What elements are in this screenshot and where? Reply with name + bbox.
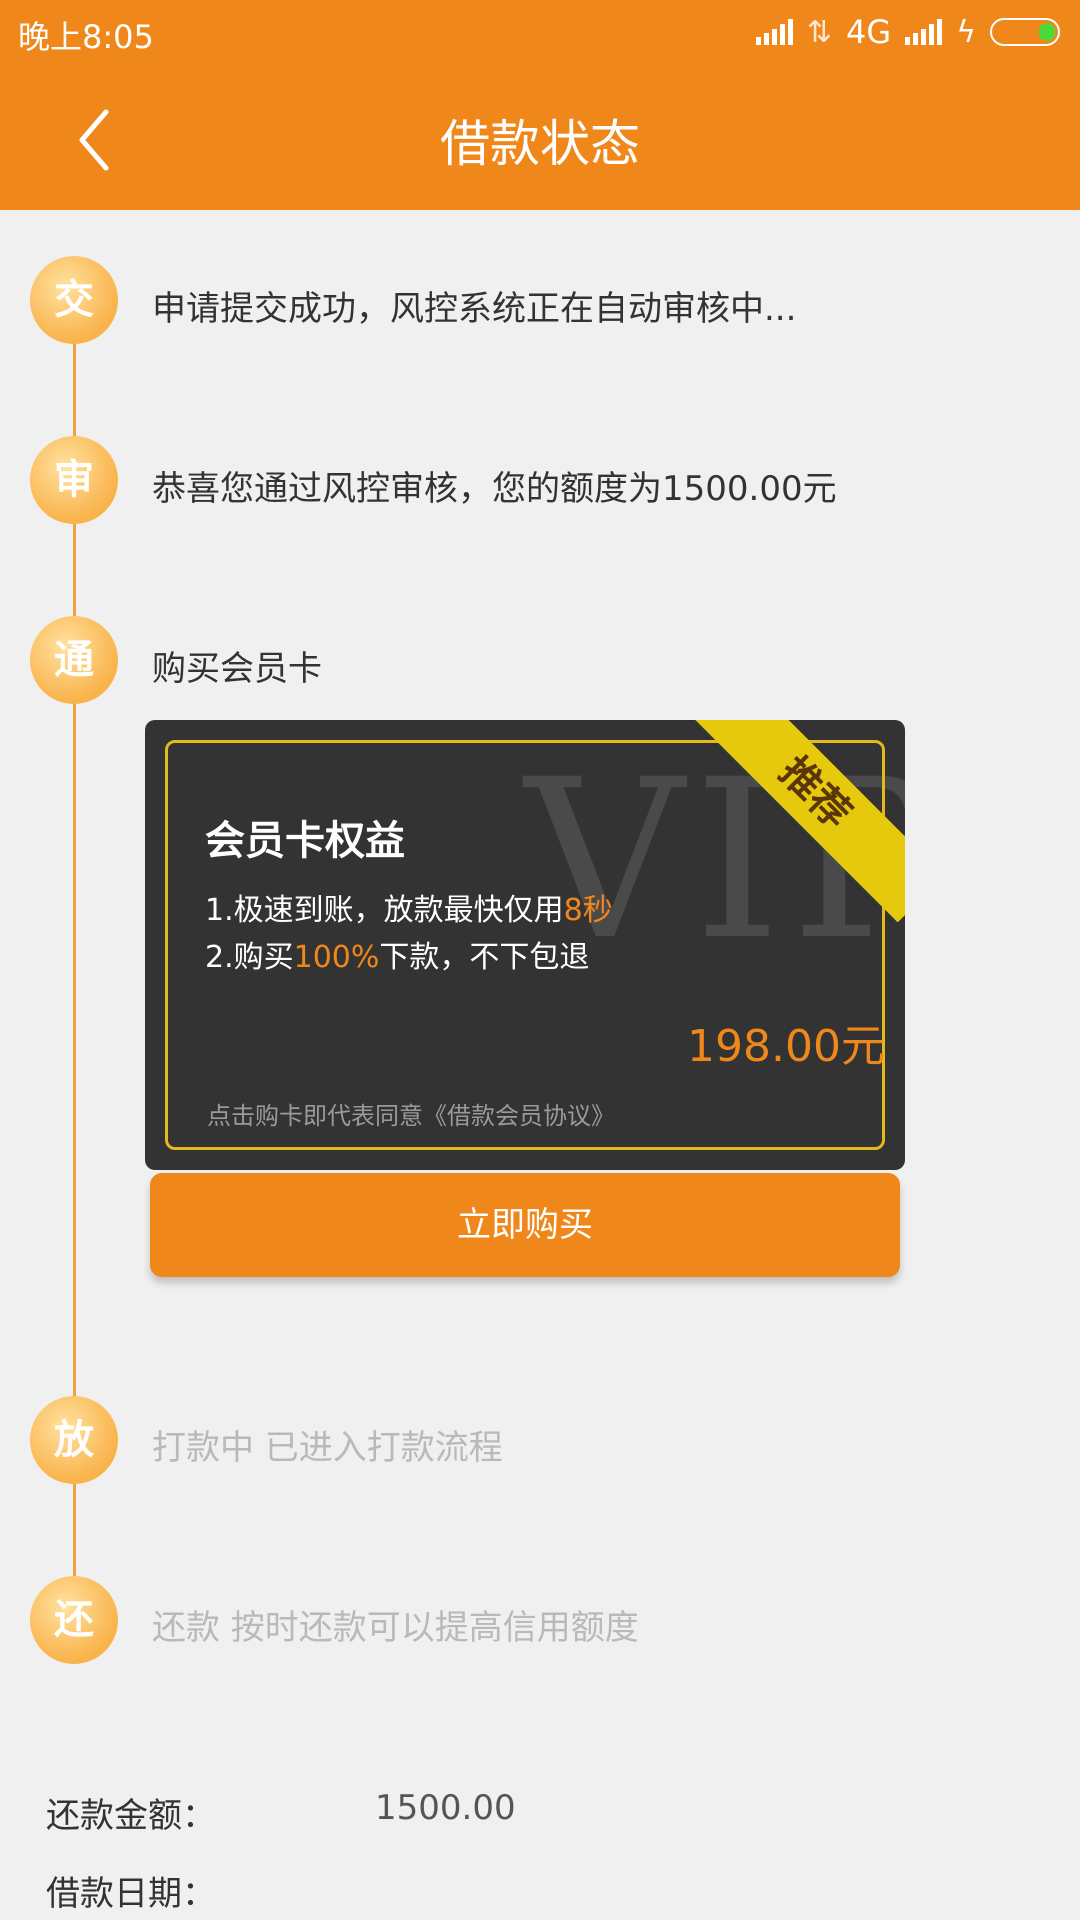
card-price: 198.00元 bbox=[687, 1021, 885, 1072]
repay-amount-label: 还款金额： bbox=[46, 1796, 216, 1836]
data-transfer-icon: ⇅ bbox=[806, 14, 833, 50]
buy-now-button[interactable]: 立即购买 bbox=[150, 1173, 900, 1277]
card-title: 会员卡权益 bbox=[205, 818, 405, 864]
step-text-review: 恭喜您通过风控审核，您的额度为1500.00元 bbox=[152, 469, 837, 509]
step-badge-submit: 交 bbox=[30, 256, 118, 344]
charging-icon: ϟ bbox=[956, 14, 976, 50]
step-text-pass: 购买会员卡 bbox=[152, 649, 322, 689]
benefit-1: 1.极速到账，放款最快仅用8秒 bbox=[205, 885, 613, 929]
battery-icon bbox=[990, 18, 1060, 46]
agreement-link[interactable]: 点击购卡即代表同意《借款会员协议》 bbox=[207, 1096, 615, 1131]
benefit-2-suffix: 下款，不下包退 bbox=[379, 940, 590, 975]
timeline-line bbox=[73, 1482, 76, 1582]
loan-date-label: 借款日期： bbox=[46, 1874, 216, 1914]
signal-icon bbox=[755, 19, 793, 45]
status-bar: 晚上8:05 ⇅ 4G ϟ bbox=[0, 0, 1080, 62]
benefit-1-highlight: 8秒 bbox=[563, 893, 613, 928]
app-header: 晚上8:05 ⇅ 4G ϟ 借款状态 bbox=[0, 0, 1080, 210]
signal-icon-2 bbox=[905, 19, 943, 45]
timeline-line bbox=[73, 522, 76, 622]
status-time: 晚上8:05 bbox=[18, 18, 154, 56]
step-badge-pass: 通 bbox=[30, 616, 118, 704]
step-badge-disburse: 放 bbox=[30, 1396, 118, 1484]
timeline-line bbox=[73, 340, 76, 440]
step-text-disburse: 打款中 已进入打款流程 bbox=[152, 1428, 503, 1468]
page-title: 借款状态 bbox=[440, 115, 640, 173]
status-icons: ⇅ 4G ϟ bbox=[755, 12, 1060, 52]
benefit-2: 2.购买100%下款，不下包退 bbox=[205, 932, 589, 976]
step-badge-review: 审 bbox=[30, 436, 118, 524]
step-badge-repay: 还 bbox=[30, 1576, 118, 1664]
step-text-repay: 还款 按时还款可以提高信用额度 bbox=[152, 1608, 639, 1648]
benefit-2-text: 2.购买 bbox=[205, 940, 294, 975]
repay-amount-value: 1500.00 bbox=[375, 1788, 516, 1828]
member-card[interactable]: VIP 推荐 会员卡权益 1.极速到账，放款最快仅用8秒 2.购买100%下款，… bbox=[145, 720, 905, 1170]
step-text-submit: 申请提交成功，风控系统正在自动审核中... bbox=[152, 289, 797, 329]
benefit-1-text: 1.极速到账，放款最快仅用 bbox=[205, 893, 564, 928]
benefit-2-highlight: 100% bbox=[293, 940, 380, 975]
network-type: 4G bbox=[846, 13, 892, 51]
timeline-line bbox=[73, 702, 76, 1402]
